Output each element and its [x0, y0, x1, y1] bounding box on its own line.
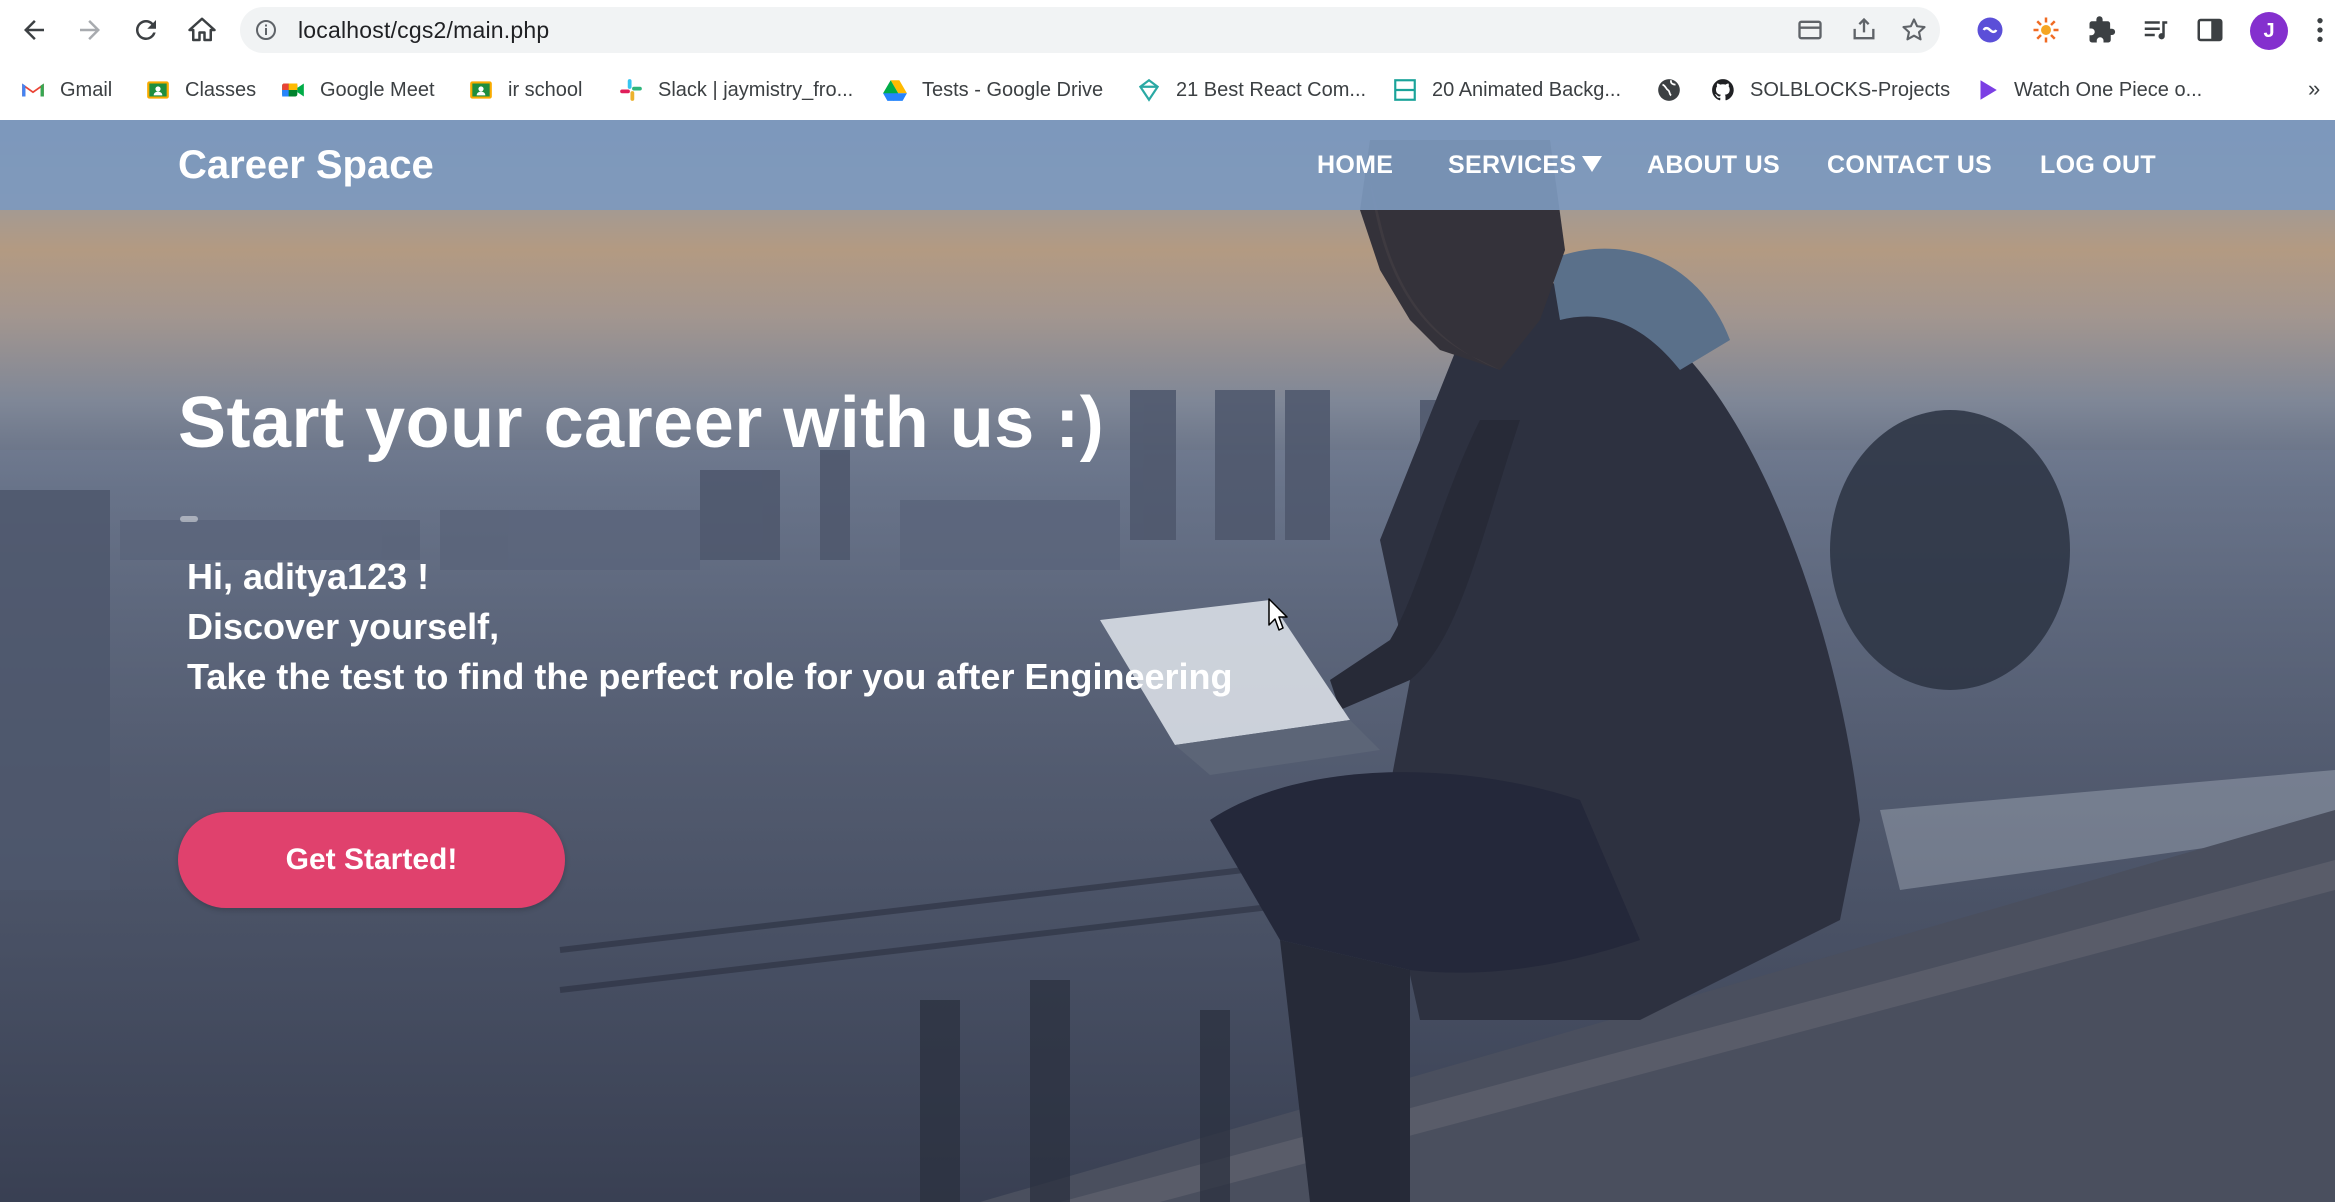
caret-down-icon	[1582, 156, 1603, 173]
more-vert-icon[interactable]	[2310, 14, 2330, 46]
side-panel-button[interactable]	[2194, 14, 2226, 46]
share-button[interactable]	[1850, 16, 1878, 44]
nav-about-us[interactable]: ABOUT US	[1647, 120, 1780, 210]
extension-button[interactable]	[2030, 14, 2062, 46]
mouse-cursor-icon	[1268, 598, 1288, 631]
reload-icon	[135, 19, 156, 40]
puzzle-icon	[2089, 16, 2116, 43]
classroom-icon	[468, 77, 494, 103]
site-logo[interactable]: Career Space	[178, 120, 434, 210]
site-navbar: Career Space HOME SERVICES ABOUT US CONT…	[0, 120, 2335, 210]
bookmark-react-components[interactable]: 21 Best React Com...	[1136, 72, 1366, 108]
extension-button[interactable]	[1974, 14, 2006, 46]
info-icon[interactable]	[254, 18, 278, 42]
bookmark-classes[interactable]: Classes	[145, 72, 256, 108]
browser-toolbar: localhost/cgs2/main.php J	[0, 0, 2335, 60]
arrow-right-icon	[80, 20, 100, 40]
hero-divider	[180, 516, 198, 522]
play-icon	[1974, 77, 2000, 103]
hero-greeting: Hi, aditya123 !	[187, 556, 430, 597]
media-control-button[interactable]	[2140, 14, 2172, 46]
nav-contact-us[interactable]: CONTACT US	[1827, 120, 1992, 210]
reload-button[interactable]	[126, 10, 166, 50]
globe-icon	[1656, 77, 1682, 103]
gmail-icon	[20, 77, 46, 103]
bookmarks-bar: Gmail Classes Google Meet ir school Slac…	[0, 60, 2335, 120]
arrow-left-icon	[24, 20, 44, 40]
bookmark-one-piece[interactable]: Watch One Piece o...	[1974, 72, 2202, 108]
hero-line-discover: Discover yourself,	[187, 606, 500, 647]
get-started-button[interactable]: Get Started!	[178, 812, 565, 908]
bookmark-ir-school[interactable]: ir school	[468, 72, 582, 108]
share-icon	[1853, 17, 1875, 40]
bookmark-globe[interactable]	[1656, 72, 1696, 108]
hero-title: Start your career with us :)	[178, 383, 1105, 463]
bookmark-solblocks[interactable]: SOLBLOCKS-Projects	[1710, 72, 1950, 108]
nav-services-label: SERVICES	[1448, 151, 1577, 179]
bookmark-google-meet[interactable]: Google Meet	[280, 72, 435, 108]
bookmark-gmail[interactable]: Gmail	[20, 72, 112, 108]
nav-services[interactable]: SERVICES	[1448, 120, 1603, 210]
tab-search-button[interactable]	[1796, 16, 1824, 44]
profile-avatar[interactable]: J	[2250, 12, 2288, 50]
extension-circle-icon	[1977, 17, 2003, 43]
bookmark-animated-backgrounds[interactable]: 20 Animated Backg...	[1392, 72, 1621, 108]
back-button[interactable]	[14, 10, 54, 50]
extensions-menu-button[interactable]	[2086, 14, 2118, 46]
bookmark-slack[interactable]: Slack | jaymistry_fro...	[618, 72, 853, 108]
home-icon	[188, 17, 216, 42]
github-icon	[1710, 77, 1736, 103]
meet-icon	[280, 77, 306, 103]
address-bar[interactable]: localhost/cgs2/main.php	[240, 7, 1940, 53]
nav-log-out[interactable]: LOG OUT	[2040, 120, 2156, 210]
hero-text: Hi, aditya123 ! Discover yourself, Take …	[187, 552, 1232, 702]
window-icon	[1798, 20, 1822, 40]
bookmark-star-button[interactable]	[1900, 16, 1928, 44]
react-site-icon	[1136, 77, 1162, 103]
nav-home[interactable]: HOME	[1317, 120, 1393, 210]
drive-icon	[882, 77, 908, 103]
sun-icon	[2033, 17, 2059, 43]
bookmark-tests-drive[interactable]: Tests - Google Drive	[882, 72, 1103, 108]
bookmarks-overflow-button[interactable]: »	[2308, 76, 2320, 102]
url-text[interactable]: localhost/cgs2/main.php	[298, 7, 549, 53]
star-icon	[1902, 18, 1926, 41]
layout-icon	[1392, 77, 1418, 103]
home-button[interactable]	[182, 10, 222, 50]
slack-icon	[618, 77, 644, 103]
hero-line-test: Take the test to find the perfect role f…	[187, 656, 1233, 697]
forward-button[interactable]	[70, 10, 110, 50]
classroom-icon	[145, 77, 171, 103]
playlist-icon	[2144, 21, 2168, 40]
side-panel-icon	[2197, 18, 2223, 42]
career-space-page: Career Space HOME SERVICES ABOUT US CONT…	[0, 120, 2335, 1202]
person-with-laptop-image	[1100, 140, 1860, 1202]
